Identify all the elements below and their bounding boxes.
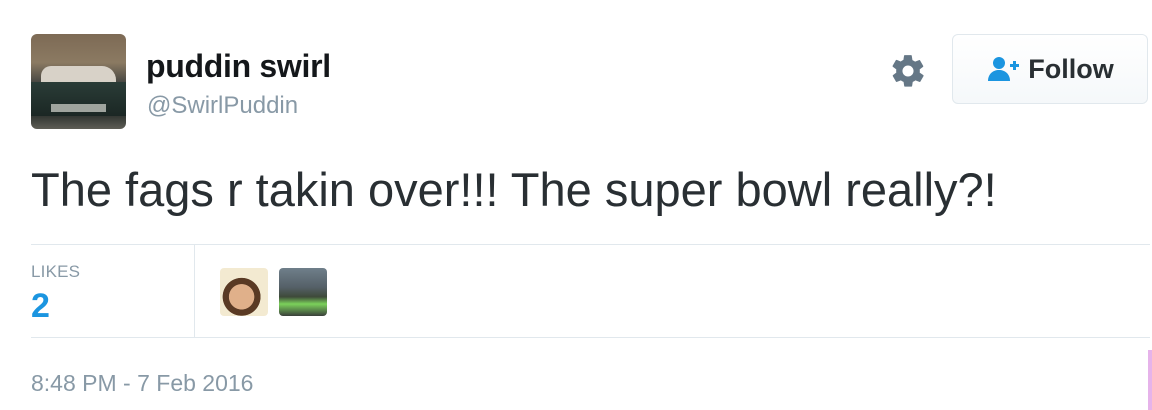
tweet-timestamp[interactable]: 8:48 PM - 7 Feb 2016	[31, 370, 253, 397]
display-name[interactable]: puddin swirl	[146, 48, 331, 85]
profile-avatar[interactable]	[31, 34, 126, 129]
liker-avatar[interactable]	[220, 268, 268, 316]
gear-icon[interactable]	[889, 52, 927, 90]
likes-label[interactable]: LIKES	[31, 262, 80, 282]
follow-button-label: Follow	[1028, 53, 1114, 84]
divider	[194, 245, 195, 337]
divider	[31, 337, 1150, 338]
user-handle[interactable]: @SwirlPuddin	[147, 92, 298, 120]
follow-button[interactable]: Follow	[952, 34, 1148, 104]
edge-decoration	[1148, 350, 1152, 410]
avatar-image-detail	[51, 104, 106, 112]
tweet-text: The fags r takin over!!! The super bowl …	[31, 163, 997, 216]
add-user-icon	[988, 57, 1020, 81]
likes-count[interactable]: 2	[31, 287, 50, 326]
liker-avatar[interactable]	[279, 268, 327, 316]
divider	[31, 244, 1150, 245]
